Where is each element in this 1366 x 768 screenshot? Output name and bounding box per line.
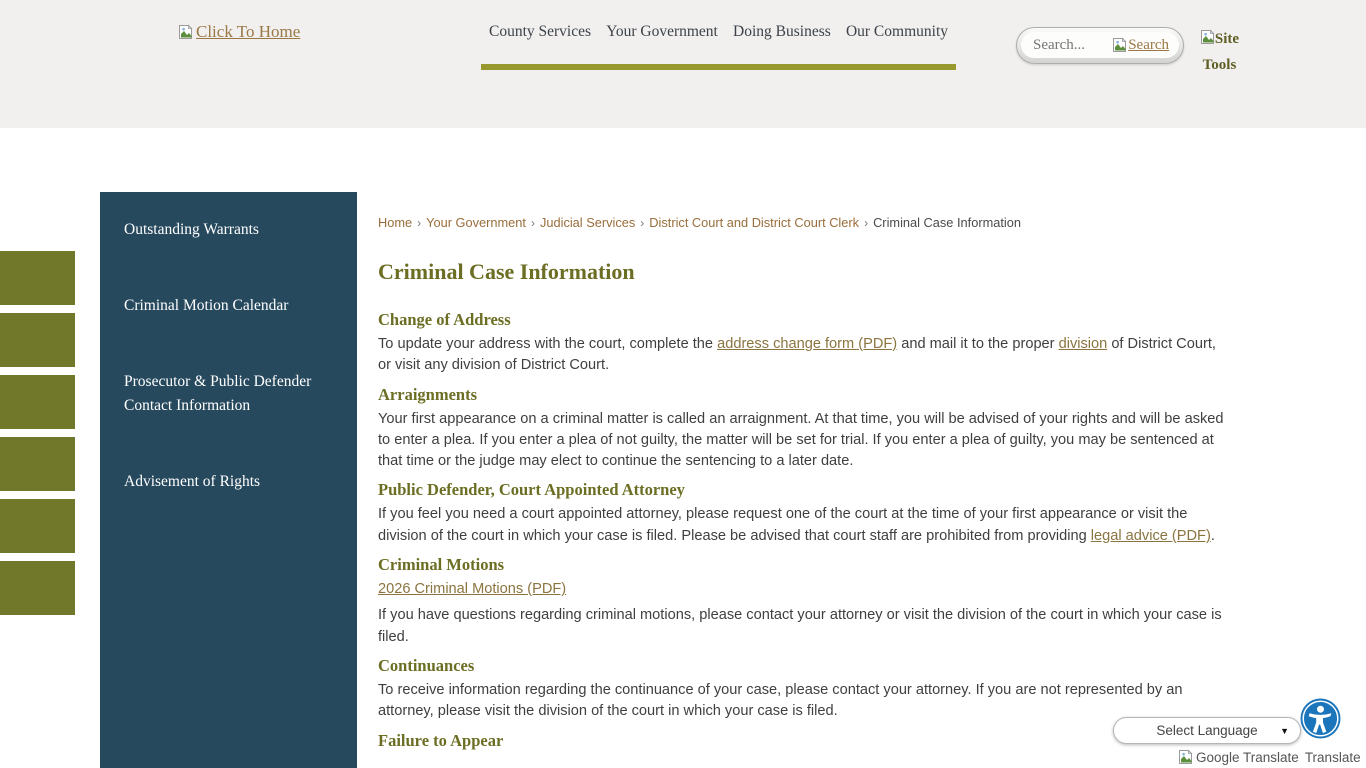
inline-link-2026-criminal-motions-pdf[interactable]: 2026 Criminal Motions (PDF) — [378, 581, 566, 597]
broken-image-icon — [1112, 37, 1127, 53]
header: Click To Home County Services Your Govern… — [0, 0, 1366, 128]
search-input[interactable] — [1031, 36, 1111, 55]
home-logo-link[interactable]: Click To Home — [178, 22, 300, 42]
accessibility-button[interactable] — [1300, 698, 1341, 739]
breadcrumb-separator: › — [640, 216, 644, 230]
quick-link-tile[interactable] — [0, 251, 75, 305]
breadcrumb-separator: › — [864, 216, 868, 230]
language-select-dropdown[interactable]: Select Language ▼ — [1113, 717, 1301, 744]
nav-item-doing-business[interactable]: Doing Business — [733, 23, 831, 41]
paragraph-text: If you have questions regarding criminal… — [378, 607, 1222, 644]
paragraph-text: If you feel you need a court appointed a… — [378, 506, 1187, 543]
section-heading-criminal-motions: Criminal Motions — [378, 555, 1230, 575]
chevron-down-icon: ▼ — [1280, 726, 1289, 736]
paragraph-text: To receive information regarding the con… — [378, 682, 1182, 719]
quick-link-tile[interactable] — [0, 375, 75, 429]
translate-label: Translate — [1305, 750, 1361, 765]
quick-link-tile[interactable] — [0, 313, 75, 367]
breadcrumb-link-district-court-and-district-court-clerk[interactable]: District Court and District Court Clerk — [649, 215, 859, 230]
sidebar-item-prosecutor-public-defender-contact-information[interactable]: Prosecutor & Public Defender Contact Inf… — [100, 344, 357, 444]
search-field-area: Search — [1021, 32, 1179, 58]
search-button[interactable]: Search — [1112, 37, 1169, 54]
sidebar-item-advisement-of-rights[interactable]: Advisement of Rights — [100, 444, 357, 520]
nav-item-our-community[interactable]: Our Community — [846, 23, 948, 41]
broken-image-icon — [178, 24, 193, 40]
section-heading-arraignments: Arraignments — [378, 385, 1230, 405]
sidebar-item-outstanding-warrants[interactable]: Outstanding Warrants — [100, 192, 357, 268]
breadcrumb-link-judicial-services[interactable]: Judicial Services — [540, 215, 635, 230]
broken-image-icon — [1200, 29, 1215, 45]
sections-container: Change of Address To update your address … — [378, 310, 1230, 751]
breadcrumb: Home › Your Government › Judicial Services › D… — [378, 215, 1021, 230]
nav-accent-bar — [481, 64, 956, 70]
site-tools-button[interactable]: Site Tools — [1196, 26, 1243, 78]
sidebar-item-criminal-motion-calendar[interactable]: Criminal Motion Calendar — [100, 268, 357, 344]
breadcrumb-link-your-government[interactable]: Your Government — [426, 215, 526, 230]
breadcrumb-current: Criminal Case Information — [873, 215, 1021, 230]
broken-image-icon — [1178, 749, 1193, 765]
paragraph: To receive information regarding the con… — [378, 680, 1230, 723]
paragraph: Your first appearance on a criminal matt… — [378, 409, 1230, 473]
quick-link-tile[interactable] — [0, 499, 75, 553]
section-heading-public-defender-court-appointed-attorney: Public Defender, Court Appointed Attorne… — [378, 480, 1230, 500]
language-select-label: Select Language — [1156, 723, 1257, 738]
section-heading-change-of-address: Change of Address — [378, 310, 1230, 330]
quick-link-tile[interactable] — [0, 561, 75, 615]
google-translate-attribution: Google Translate Translate — [1178, 749, 1361, 765]
paragraph-text: . — [1211, 528, 1215, 544]
accessibility-icon — [1300, 698, 1341, 739]
main-content: Criminal Case Information Change of Addr… — [378, 258, 1230, 755]
home-logo-label: Click To Home — [196, 22, 300, 42]
quick-link-tiles — [0, 251, 75, 615]
page-title: Criminal Case Information — [378, 258, 1230, 286]
inline-link-legal-advice-pdf[interactable]: legal advice (PDF) — [1091, 528, 1211, 544]
main-nav: County Services Your Government Doing Busi… — [481, 23, 956, 41]
paragraph: If you feel you need a court appointed a… — [378, 504, 1230, 547]
quick-link-tile[interactable] — [0, 437, 75, 491]
paragraph: 2026 Criminal Motions (PDF) — [378, 579, 1230, 600]
search-box: Search — [1016, 27, 1184, 64]
sidebar-nav: Outstanding WarrantsCriminal Motion Cale… — [100, 192, 357, 768]
search-button-label: Search — [1128, 37, 1169, 54]
paragraph-text: To update your address with the court, c… — [378, 336, 717, 352]
inline-link-address-change-form-pdf[interactable]: address change form (PDF) — [717, 336, 897, 352]
nav-item-your-government[interactable]: Your Government — [606, 23, 718, 41]
paragraph-text: Your first appearance on a criminal matt… — [378, 411, 1224, 470]
breadcrumb-link-home[interactable]: Home — [378, 215, 412, 230]
nav-item-county-services[interactable]: County Services — [489, 23, 591, 41]
breadcrumb-separator: › — [531, 216, 535, 230]
paragraph: If you have questions regarding criminal… — [378, 605, 1230, 648]
inline-link-division[interactable]: division — [1059, 336, 1108, 352]
section-heading-failure-to-appear: Failure to Appear — [378, 731, 1230, 751]
section-heading-continuances: Continuances — [378, 656, 1230, 676]
paragraph-text: and mail it to the proper — [897, 336, 1058, 352]
breadcrumb-separator: › — [417, 216, 421, 230]
google-translate-logo-alt: Google Translate — [1196, 750, 1299, 765]
paragraph: To update your address with the court, c… — [378, 334, 1230, 377]
